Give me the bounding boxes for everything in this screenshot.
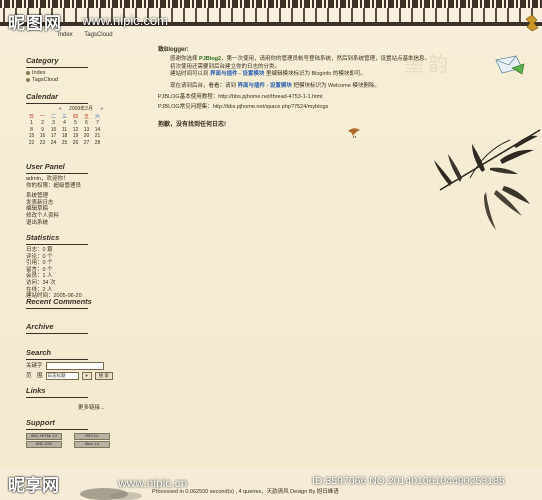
calendar-day: 22 [28, 139, 35, 146]
stat-line: 日志：0 篇 [26, 247, 53, 253]
search-scope-dropdown-icon[interactable]: ▾ [81, 372, 92, 380]
home-icon [26, 71, 30, 76]
calendar-month-label: 2009年2月 [69, 106, 93, 112]
calendar-section: Calendar « 2009年2月 » 日 一 二 三 四 五 六 1 2 3… [26, 92, 154, 146]
category-section: Category Index TagsCloud [26, 56, 154, 83]
user-link-system-admin[interactable]: 系统管理 [26, 193, 154, 200]
welcome-line-link[interactable]: 界面与插件 - 设置模块 [238, 83, 292, 89]
statistics-title: Statistics [26, 233, 154, 245]
user-link-drafts[interactable]: 编辑草稿 [26, 206, 154, 213]
welcome-line-highlight: PJBlog2 [199, 56, 222, 62]
atom-badge[interactable]: Atom 1.0 [74, 441, 110, 448]
welcome-line: 初次使用还需要到后台建立你的日志的分类。 [158, 64, 458, 72]
search-section: Search 关键字 范 围 日志标题 ▾ 搜 索 [26, 348, 154, 380]
welcome-line-text: 感谢你选择 [170, 56, 200, 62]
user-welcome-text: admin，欢迎你！ [26, 176, 69, 182]
watermark-id: ID:3597066 NO:20140106104490253185 [312, 475, 505, 487]
watermark-url: www.nipic.com [82, 13, 168, 28]
archive-title: Archive [26, 322, 154, 334]
rss-badge[interactable]: RSS 2.0 [74, 433, 110, 440]
search-keyword-input[interactable] [45, 362, 104, 370]
recent-comments-title: Recent Comments [26, 297, 154, 309]
user-panel-section: User Panel admin，欢迎你！ 你的权限：超级管理员 系统管理 发表… [26, 162, 154, 226]
welcome-line-text: ，第一次使用，请用你的管理员帐号登陆系统，然后到系统管理，设置站点基本信息。 [221, 56, 431, 62]
welcome-line-text: 建站时间可以到 [170, 71, 211, 77]
welcome-greeting: 致Blogger: [158, 47, 189, 53]
category-item-label: Index [32, 70, 46, 76]
user-link-profile[interactable]: 修改个人资料 [26, 213, 154, 220]
welcome-line: 感谢你选择 PJBlog2，第一次使用，请用你的管理员帐号登陆系统，然后到系统管… [158, 56, 458, 64]
tutorial-link[interactable]: PJBLOG基本使用教程：http://bbs.pjhome.net/threa… [158, 94, 458, 102]
fret-border-top [0, 0, 542, 8]
statistics-section: Statistics 日志：0 篇 评论：0 个 引用：0 个 留言：0 个 会… [26, 233, 154, 300]
calendar-grid: 日 一 二 三 四 五 六 1 2 3 4 5 6 7 8 9 10 11 12… [26, 114, 103, 147]
top-nav: Index TagsCloud [58, 32, 123, 38]
css-badge[interactable]: W3C CSS [26, 441, 62, 448]
calendar-day: 23 [39, 139, 46, 146]
calendar-day: 27 [83, 139, 90, 146]
category-item-tagscloud[interactable]: TagsCloud [26, 77, 154, 84]
calendar-next-link[interactable]: » [100, 106, 103, 112]
category-title: Category [26, 56, 154, 68]
calendar-day: 28 [94, 139, 101, 146]
blog-page: 昵图网 www.nipic.com Index TagsCloud 墨韵 Cat… [0, 0, 542, 500]
welcome-line-text: 初次使用还需要到后台建立你的日志的分类。 [170, 63, 281, 70]
nav-index-link[interactable]: Index [58, 32, 73, 38]
user-panel-title: User Panel [26, 162, 154, 174]
recent-comments-section: Recent Comments [26, 297, 154, 309]
welcome-line-text: 现在请到后台，看看：请到 [170, 82, 238, 89]
stat-line: 会员：1 人 [26, 273, 53, 280]
watermark-brand-url: www.nipic.cn [118, 476, 188, 490]
support-title: Support [26, 418, 154, 430]
tag-icon [26, 77, 30, 82]
watermark-brand: 昵享网 [8, 476, 59, 496]
xhtml-badge[interactable]: W3C XHTML 1.0 [26, 433, 62, 440]
links-section: Links [26, 386, 154, 398]
search-scope-select[interactable]: 日志标题 [45, 372, 79, 380]
nav-tagscloud-link[interactable]: TagsCloud [84, 32, 112, 38]
welcome-line-link[interactable]: 界面与插件 - 设置模块 [210, 71, 264, 77]
welcome-line: 现在请到后台，看看：请到 界面与插件 - 设置模块 把模块标识为 Welcome… [158, 83, 458, 91]
header-band: 昵图网 www.nipic.com [0, 0, 542, 34]
bird-illustration-icon [348, 128, 360, 138]
stat-line: 访问：34 次 [26, 279, 56, 286]
calendar-week-row: 22 23 24 25 26 27 28 [26, 140, 103, 147]
watermark-logo: 昵图网 [8, 14, 62, 34]
search-submit-button[interactable]: 搜 索 [94, 372, 114, 380]
links-title: Links [26, 386, 154, 398]
search-title: Search [26, 348, 154, 360]
footer-design-credit: ，天韵清风 Design By 旭日峰语 [261, 489, 339, 495]
gold-seal-icon [525, 14, 539, 32]
search-scope-label: 范 围 [26, 372, 43, 379]
category-item-index[interactable]: Index [26, 70, 154, 77]
faq-link[interactable]: PJBLOG常见问题集：http://bbs.pjhome.net/space.… [158, 104, 458, 112]
user-role-text: 你的权限：超级管理员 [26, 182, 82, 189]
calendar-day: 24 [50, 139, 57, 146]
calendar-day: 26 [72, 139, 79, 146]
main-content: 致Blogger: 感谢你选择 PJBlog2，第一次使用，请用你的管理员帐号登… [158, 44, 458, 128]
support-section: Support W3C XHTML 1.0 W3C CSS RSS 2.0 At… [26, 418, 154, 448]
bamboo-painting-illustration [434, 129, 541, 230]
more-links-link[interactable]: 更多链接... [78, 403, 105, 411]
calendar-header: « 2009年2月 » [26, 106, 136, 113]
calendar-title: Calendar [26, 92, 154, 104]
envelope-icon [495, 55, 525, 75]
stat-line: 引用：0 个 [26, 260, 53, 267]
welcome-line-text: 里编辑模块标识为 Bloginfo 的模块即可。 [264, 71, 366, 77]
welcome-line: 建站时间可以到 界面与插件 - 设置模块 里编辑模块标识为 Bloginfo 的… [158, 71, 458, 79]
archive-section: Archive [26, 322, 154, 334]
user-link-logout[interactable]: 退出系统 [26, 220, 154, 227]
calendar-prev-link[interactable]: « [59, 106, 62, 112]
calendar-day: 25 [61, 139, 68, 146]
category-item-label: TagsCloud [32, 76, 58, 83]
search-keyword-label: 关键字 [26, 362, 43, 369]
welcome-line-text: 把模块标识为 Welcome 模块删除。 [291, 82, 380, 89]
no-posts-notice: 抱歉，没有找到任何日志! [158, 122, 226, 128]
